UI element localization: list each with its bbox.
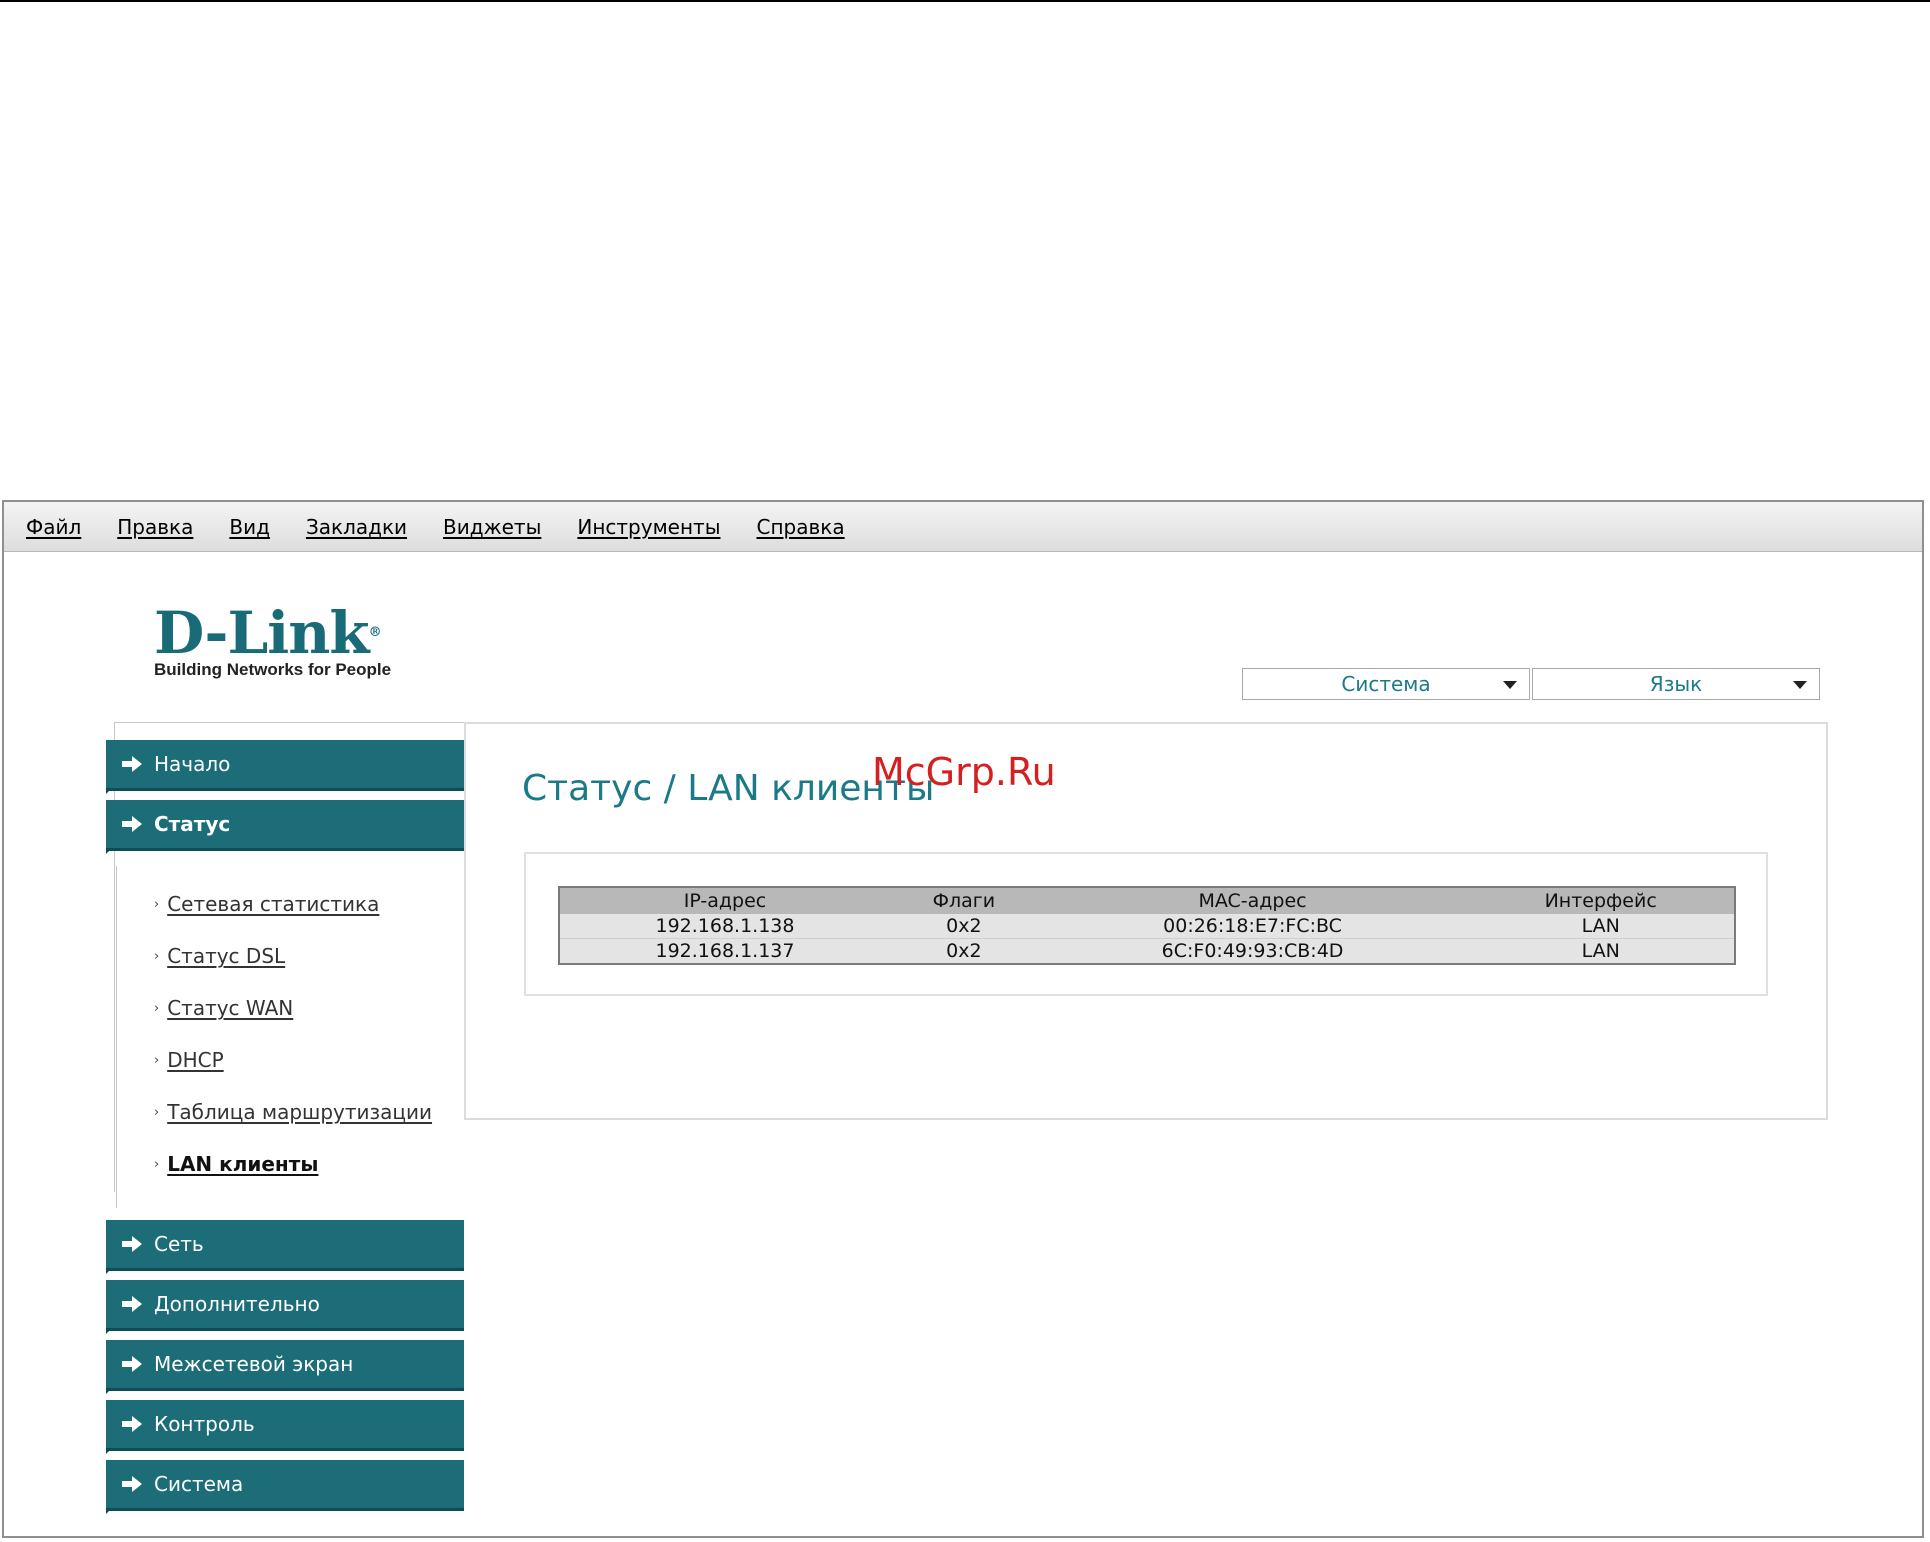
column-header-mac: MAC-адрес: [1037, 887, 1468, 914]
menu-view[interactable]: Вид: [229, 515, 270, 539]
sidebar-section-network[interactable]: Сеть: [106, 1220, 464, 1274]
sidebar-section-advanced[interactable]: Дополнительно: [106, 1280, 464, 1334]
lan-clients-table: IP-адрес Флаги MAC-адрес Интерфейс 192.1…: [558, 886, 1736, 965]
menu-tools[interactable]: Инструменты: [577, 515, 720, 539]
cell-mac: 00:26:18:E7:FC:BC: [1037, 914, 1468, 939]
sidebar-section-label: Начало: [154, 752, 231, 776]
submenu-item-label: DHCP: [167, 1048, 224, 1072]
dlink-logo: D-Link® Building Networks for People: [154, 602, 391, 680]
bullet-icon: ›: [154, 896, 160, 912]
submenu-item-label: Сетевая статистика: [167, 892, 380, 916]
sidebar-section-label: Система: [154, 1472, 244, 1496]
status-submenu: › Сетевая статистика › Статус DSL › Стат…: [106, 860, 464, 1208]
arrow-right-icon: [122, 1416, 142, 1432]
system-select-label: Система: [1341, 672, 1431, 696]
arrow-right-icon: [122, 816, 142, 832]
table-row: 192.168.1.138 0x2 00:26:18:E7:FC:BC LAN: [559, 914, 1735, 939]
section-corner: [106, 1448, 112, 1454]
sidebar-section-label: Контроль: [154, 1412, 255, 1436]
sidebar-section-label: Дополнительно: [154, 1292, 320, 1316]
cell-interface: LAN: [1467, 914, 1735, 939]
page-top-rule: [0, 0, 1930, 2]
submenu-item-label: Статус DSL: [167, 944, 286, 968]
arrow-right-icon: [122, 1356, 142, 1372]
sidebar-section-system[interactable]: Система: [106, 1460, 464, 1514]
submenu-item-routing-table[interactable]: › Таблица маршрутизации: [106, 1086, 464, 1138]
browser-window: Файл Правка Вид Закладки Виджеты Инструм…: [2, 500, 1924, 1538]
submenu-guide-line: [116, 866, 117, 1208]
sidebar-section-label: Сеть: [154, 1232, 204, 1256]
column-header-flags: Флаги: [890, 887, 1038, 914]
arrow-right-icon: [122, 1476, 142, 1492]
submenu-item-label: LAN клиенты: [167, 1152, 319, 1176]
watermark-text: McGrp.Ru: [872, 750, 1056, 794]
section-corner: [106, 1508, 112, 1514]
system-select[interactable]: Система: [1242, 668, 1530, 700]
bullet-icon: ›: [154, 1000, 160, 1016]
section-corner: [106, 1388, 112, 1394]
cell-flags: 0x2: [890, 938, 1038, 964]
logo-brand-text: D-Link: [154, 599, 370, 667]
submenu-item-lan-clients[interactable]: › LAN клиенты: [106, 1138, 464, 1190]
arrow-right-icon: [122, 1296, 142, 1312]
sidebar-section-home[interactable]: Начало: [106, 740, 464, 794]
arrow-right-icon: [122, 1236, 142, 1252]
bullet-icon: ›: [154, 1104, 160, 1120]
table-container: IP-адрес Флаги MAC-адрес Интерфейс 192.1…: [524, 852, 1768, 996]
table-row: 192.168.1.137 0x2 6C:F0:49:93:CB:4D LAN: [559, 938, 1735, 964]
logo-brand: D-Link®: [154, 602, 391, 664]
bullet-icon: ›: [154, 948, 160, 964]
cell-mac: 6C:F0:49:93:CB:4D: [1037, 938, 1468, 964]
menu-help[interactable]: Справка: [756, 515, 844, 539]
sidebar-section-control[interactable]: Контроль: [106, 1400, 464, 1454]
submenu-item-label: Статус WAN: [167, 996, 294, 1020]
arrow-right-icon: [122, 756, 142, 772]
cell-flags: 0x2: [890, 914, 1038, 939]
section-corner: [106, 1268, 112, 1274]
column-header-ip: IP-адрес: [559, 887, 890, 914]
chevron-down-icon: [1793, 681, 1807, 689]
section-corner: [106, 848, 112, 854]
section-corner: [106, 788, 112, 794]
cell-ip: 192.168.1.138: [559, 914, 890, 939]
menu-file[interactable]: Файл: [26, 515, 81, 539]
column-header-interface: Интерфейс: [1467, 887, 1735, 914]
sidebar-nav: Начало Статус › Сетевая статистика › Ста…: [106, 740, 464, 1520]
menu-widgets[interactable]: Виджеты: [443, 515, 541, 539]
cell-interface: LAN: [1467, 938, 1735, 964]
sidebar-section-label: Статус: [154, 812, 231, 836]
sidebar-section-firewall[interactable]: Межсетевой экран: [106, 1340, 464, 1394]
menu-bookmarks[interactable]: Закладки: [306, 515, 407, 539]
language-select-label: Язык: [1649, 672, 1703, 696]
table-header-row: IP-адрес Флаги MAC-адрес Интерфейс: [559, 887, 1735, 914]
menu-bar: Файл Правка Вид Закладки Виджеты Инструм…: [4, 502, 1922, 552]
language-select[interactable]: Язык: [1532, 668, 1820, 700]
submenu-item-label: Таблица маршрутизации: [167, 1100, 433, 1124]
submenu-item-dhcp[interactable]: › DHCP: [106, 1034, 464, 1086]
menu-edit[interactable]: Правка: [117, 515, 193, 539]
bullet-icon: ›: [154, 1052, 160, 1068]
submenu-item-network-stats[interactable]: › Сетевая статистика: [106, 878, 464, 930]
submenu-item-dsl-status[interactable]: › Статус DSL: [106, 930, 464, 982]
content-panel: Статус / LAN клиенты IP-адрес Флаги MAC-…: [464, 722, 1828, 1120]
sidebar-section-label: Межсетевой экран: [154, 1352, 354, 1376]
chevron-down-icon: [1503, 681, 1517, 689]
cell-ip: 192.168.1.137: [559, 938, 890, 964]
logo-registered-mark: ®: [368, 625, 382, 640]
submenu-item-wan-status[interactable]: › Статус WAN: [106, 982, 464, 1034]
sidebar-section-status[interactable]: Статус: [106, 800, 464, 854]
section-corner: [106, 1328, 112, 1334]
logo-tagline: Building Networks for People: [154, 660, 392, 679]
bullet-icon: ›: [154, 1156, 160, 1172]
nav-frame-top: [114, 722, 464, 723]
